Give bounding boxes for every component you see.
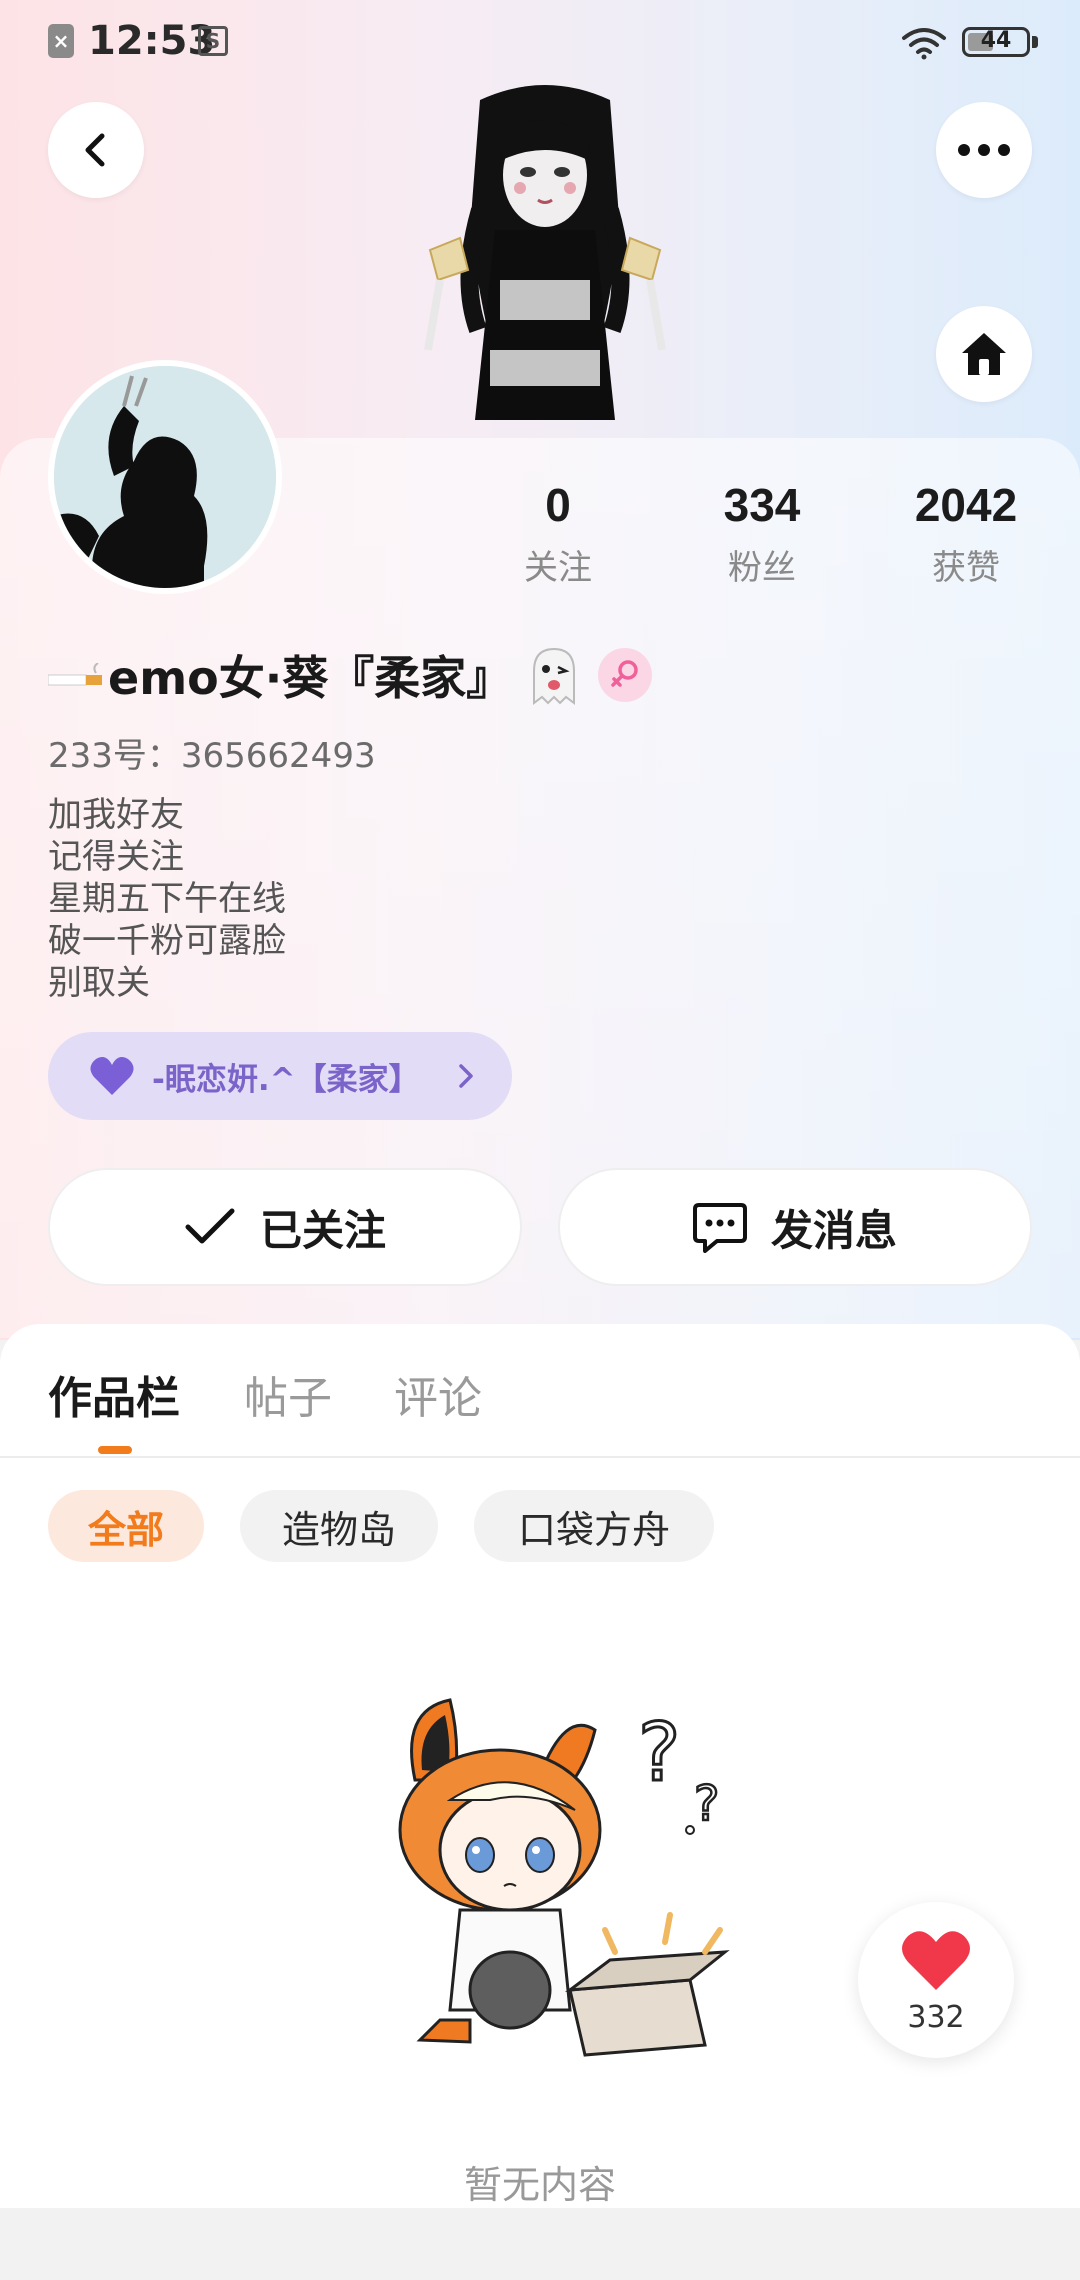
stat-likes-value: 2042 [914,479,1018,531]
tab-comments[interactable]: 评论 [394,1362,482,1426]
home-button[interactable] [936,306,1032,402]
avatar-figure-image [424,85,666,420]
profile-name: emo女·葵『柔家』 [108,651,513,705]
chat-bubble-icon [692,1203,747,1253]
tab-indicator [98,1446,132,1454]
send-message-button-label: 发消息 [770,1205,897,1255]
tabs-divider [0,1456,1080,1458]
bio-line: 星期五下午在线 [48,879,286,919]
bottom-gesture-bar [0,2208,1080,2280]
battery-icon: 44 [962,27,1030,57]
battery-level: 44 [980,28,1012,53]
profile-name-row: emo女·葵『柔家』 [48,640,653,710]
user-id: 233号：365662493 [48,736,376,776]
followed-button[interactable]: 已关注 [48,1168,522,1286]
empty-state-illustration: ? ? [398,1698,730,2057]
svg-text:?: ? [638,1706,680,1799]
back-button[interactable] [48,102,144,198]
tab-posts[interactable]: 帖子 [244,1362,332,1426]
filter-chip-creation-island[interactable]: 造物岛 [240,1490,438,1562]
chevron-left-icon [85,133,105,167]
more-dots-icon [958,144,1010,156]
stat-likes-label: 获赞 [932,548,1000,588]
bio: 加我好友 记得关注 星期五下午在线 破一千粉可露脸 别取关 [48,794,286,1004]
female-symbol-icon [611,660,638,687]
like-button[interactable]: 332 [858,1902,1014,2058]
more-button[interactable] [936,102,1032,198]
stat-fans-label: 粉丝 [728,548,796,588]
stat-fans-value: 334 [723,479,801,531]
like-count: 332 [907,2000,965,2035]
heart-icon [902,1931,970,1990]
stat-likes[interactable]: 2042 获赞 [866,478,1066,589]
tab-works[interactable]: 作品栏 [48,1362,180,1426]
close-square-icon: × [48,24,74,58]
stat-fans[interactable]: 334 粉丝 [662,478,862,589]
stat-following[interactable]: 0 关注 [458,478,658,589]
status-bar: × 12:53 S 44 [0,0,1080,84]
empty-state-text: 暂无内容 [463,2163,616,2207]
followed-button-label: 已关注 [259,1205,386,1255]
group-pill-label: -眠恋姸.^【柔家】 [152,1061,420,1098]
s-square-icon: S [198,26,228,56]
bio-line: 记得关注 [48,837,184,877]
avatar[interactable] [48,360,282,594]
ghost-emoji-icon [533,647,576,705]
home-icon [962,333,1006,375]
stat-following-value: 0 [545,479,571,531]
bio-line: 别取关 [48,963,150,1003]
wifi-icon [902,28,946,60]
bio-line: 破一千粉可露脸 [48,921,286,961]
stat-following-label: 关注 [524,548,592,588]
group-pill[interactable]: -眠恋姸.^【柔家】 [48,1032,512,1120]
filter-chip-all[interactable]: 全部 [48,1490,204,1562]
send-message-button[interactable]: 发消息 [558,1168,1032,1286]
gender-badge [598,648,653,702]
svg-text:?: ? [694,1776,719,1832]
status-time: 12:53 [88,18,216,64]
filter-chip-pocket-ark[interactable]: 口袋方舟 [474,1490,714,1562]
cigarette-icon [48,663,102,686]
heart-icon [90,1057,134,1095]
check-icon [185,1208,235,1244]
bio-line: 加我好友 [48,795,184,835]
chevron-right-icon [459,1064,473,1088]
avatar-silhouette-image [54,366,276,588]
